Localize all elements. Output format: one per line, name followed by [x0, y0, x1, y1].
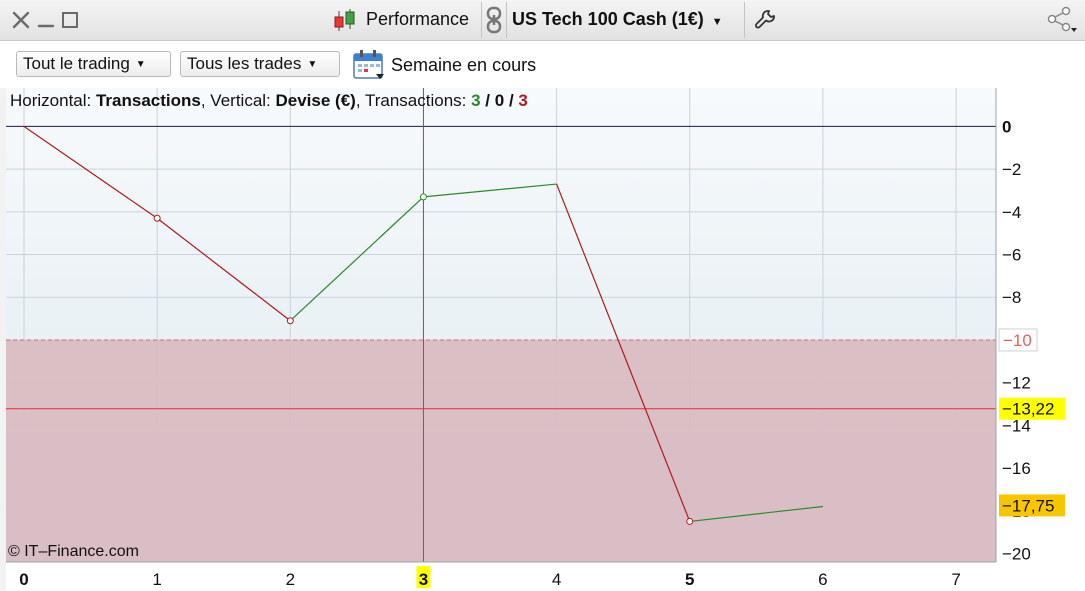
horizontal-value: Transactions — [95, 91, 201, 110]
x-tick-label: 6 — [818, 570, 827, 589]
vertical-value: Devise (€) — [275, 91, 356, 110]
data-point — [153, 214, 161, 222]
count-separator: / — [504, 91, 519, 110]
last-value-label: −17,75 — [1002, 496, 1054, 515]
lost-count: 3 — [518, 91, 528, 110]
x-tick-label: 0 — [19, 570, 28, 589]
loss-zone — [6, 339, 996, 562]
y-tick-label: −6 — [1002, 246, 1021, 265]
performance-chart[interactable]: 012345670−2−4−6−8−12−14−16−18−20−10−13,2… — [0, 0, 1085, 591]
data-point — [686, 517, 694, 525]
y-tick-label: −12 — [1002, 374, 1031, 393]
vertical-label: , Vertical: — [200, 91, 276, 110]
x-tick-label: 7 — [951, 570, 960, 589]
y-tick-label: −20 — [1002, 544, 1031, 563]
x-tick-label: 5 — [685, 570, 694, 589]
y-tick-label: −8 — [1002, 288, 1021, 307]
count-separator: / — [480, 91, 495, 110]
x-tick-label: 2 — [286, 570, 295, 589]
data-point — [419, 193, 427, 201]
y-tick-label: −16 — [1002, 459, 1031, 478]
horizontal-label: Horizontal: — [10, 91, 96, 110]
neutral-count: 0 — [494, 91, 505, 110]
x-tick-label: 3 — [419, 570, 428, 589]
threshold-label: −10 — [1003, 331, 1032, 350]
won-count: 3 — [471, 91, 481, 110]
x-tick-label: 1 — [152, 570, 161, 589]
chart-svg: 012345670−2−4−6−8−12−14−16−18−20−10−13,2… — [6, 88, 1065, 589]
y-tick-label: 0 — [1002, 117, 1011, 136]
data-point — [286, 317, 294, 325]
x-tick-label: 4 — [552, 570, 561, 589]
crosshair-y-label: −13,22 — [1002, 400, 1054, 419]
y-tick-label: −2 — [1002, 160, 1021, 179]
copyright: © IT–Finance.com — [8, 543, 139, 560]
transactions-label: , Transactions: — [355, 91, 472, 110]
y-tick-label: −4 — [1002, 203, 1021, 222]
chart-info: Horizontal: Transactions, Vertical: Devi… — [10, 91, 528, 111]
